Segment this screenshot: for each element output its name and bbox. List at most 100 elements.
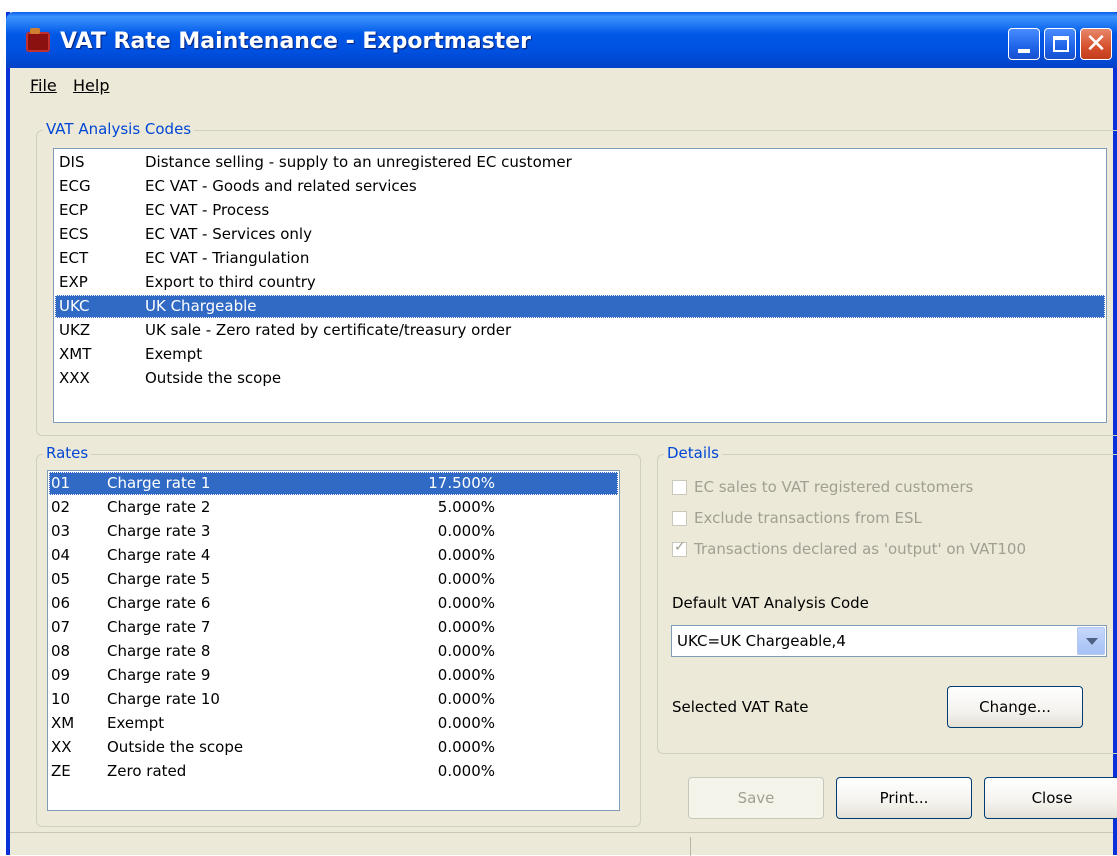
rate-code: 04 bbox=[51, 546, 71, 564]
close-window-button[interactable]: ✕ bbox=[1080, 28, 1112, 60]
change-button[interactable]: Change... bbox=[947, 686, 1083, 728]
rate-description: Charge rate 1 bbox=[107, 474, 211, 492]
title-bar[interactable]: VAT Rate Maintenance - Exportmaster ✕ bbox=[6, 12, 1117, 68]
menu-file-label: File bbox=[30, 76, 57, 95]
vat-code-row[interactable]: ECP EC VAT - Process bbox=[55, 199, 1105, 222]
vat-code-row[interactable]: UKC UK Chargeable bbox=[55, 295, 1105, 318]
rate-row[interactable]: XX Outside the scope 0.000% bbox=[49, 736, 618, 759]
vat-code-row[interactable]: ECG EC VAT - Goods and related services bbox=[55, 175, 1105, 198]
maximize-button[interactable] bbox=[1044, 28, 1076, 60]
print-button-label: Print... bbox=[879, 789, 929, 807]
rate-description: Charge rate 5 bbox=[107, 570, 211, 588]
vat-code: ECT bbox=[59, 249, 89, 267]
save-button-label: Save bbox=[737, 789, 775, 807]
rate-code: ZE bbox=[51, 762, 71, 780]
vat-code-row[interactable]: UKZ UK sale - Zero rated by certificate/t… bbox=[55, 319, 1105, 342]
minimize-button[interactable] bbox=[1008, 28, 1040, 60]
rate-percent: 0.000% bbox=[437, 690, 495, 708]
exclude-esl-checkbox-label: Exclude transactions from ESL bbox=[694, 509, 922, 527]
rate-description: Exempt bbox=[107, 714, 165, 732]
rate-percent: 0.000% bbox=[437, 762, 495, 780]
rate-description: Charge rate 2 bbox=[107, 498, 211, 516]
save-button[interactable]: Save bbox=[688, 777, 824, 819]
app-icon[interactable] bbox=[26, 28, 50, 52]
rate-row[interactable]: XM Exempt 0.000% bbox=[49, 712, 618, 735]
rate-description: Charge rate 8 bbox=[107, 642, 211, 660]
rate-row[interactable]: 01 Charge rate 1 17.500% bbox=[49, 472, 618, 495]
vat-analysis-codes-label: VAT Analysis Codes bbox=[43, 120, 195, 138]
rates-list[interactable]: 01 Charge rate 1 17.500% 02 Charge rate 2 5.0… bbox=[47, 470, 620, 811]
close-icon: ✕ bbox=[1085, 29, 1107, 59]
rate-row[interactable]: 03 Charge rate 3 0.000% bbox=[49, 520, 618, 543]
rate-percent: 0.000% bbox=[437, 714, 495, 732]
rate-code: 08 bbox=[51, 642, 71, 660]
rate-description: Charge rate 3 bbox=[107, 522, 211, 540]
rate-row[interactable]: 05 Charge rate 5 0.000% bbox=[49, 568, 618, 591]
rate-description: Zero rated bbox=[107, 762, 187, 780]
output-vat100-checkbox-label: Transactions declared as 'output' on VAT… bbox=[694, 540, 1027, 558]
vat-code: ECG bbox=[59, 177, 91, 195]
rate-percent: 0.000% bbox=[437, 570, 495, 588]
vat-code-description: EC VAT - Triangulation bbox=[145, 249, 310, 267]
vat-code-description: Outside the scope bbox=[145, 369, 282, 387]
rate-percent: 0.000% bbox=[437, 522, 495, 540]
vat-code-description: EC VAT - Services only bbox=[145, 225, 312, 243]
output-vat100-checkbox[interactable]: ✓ bbox=[672, 539, 687, 557]
vat-code-row[interactable]: XXX Outside the scope bbox=[55, 367, 1105, 390]
vat-code-row[interactable]: EXP Export to third country bbox=[55, 271, 1105, 294]
vat-analysis-codes-list[interactable]: DIS Distance selling - supply to an unreg… bbox=[53, 148, 1107, 423]
rate-code: 01 bbox=[51, 474, 71, 492]
rate-row[interactable]: 07 Charge rate 7 0.000% bbox=[49, 616, 618, 639]
rate-row[interactable]: 09 Charge rate 9 0.000% bbox=[49, 664, 618, 687]
print-button[interactable]: Print... bbox=[836, 777, 972, 819]
rate-code: 07 bbox=[51, 618, 71, 636]
rate-row[interactable]: 06 Charge rate 6 0.000% bbox=[49, 592, 618, 615]
rate-description: Charge rate 4 bbox=[107, 546, 211, 564]
rate-row[interactable]: 08 Charge rate 8 0.000% bbox=[49, 640, 618, 663]
rate-description: Outside the scope bbox=[107, 738, 244, 756]
menu-bar: File Help bbox=[10, 72, 1113, 102]
close-button[interactable]: Close bbox=[984, 777, 1117, 819]
vat-analysis-codes-group: VAT Analysis Codes DIS Distance selling -… bbox=[36, 120, 1117, 436]
ec-sales-checkbox-label: EC sales to VAT registered customers bbox=[694, 478, 974, 496]
rate-row[interactable]: 02 Charge rate 2 5.000% bbox=[49, 496, 618, 519]
vat-code: UKZ bbox=[59, 321, 91, 339]
vat-code-description: EC VAT - Goods and related services bbox=[145, 177, 417, 195]
status-separator bbox=[690, 837, 691, 856]
rate-row[interactable]: ZE Zero rated 0.000% bbox=[49, 760, 618, 783]
vat-rate-window: VAT Rate Maintenance - Exportmaster ✕ Fi… bbox=[6, 12, 1117, 856]
chevron-down-icon[interactable] bbox=[1077, 627, 1105, 655]
menu-file[interactable]: File bbox=[30, 76, 57, 95]
exclude-esl-checkbox[interactable] bbox=[672, 511, 687, 526]
rate-row[interactable]: 04 Charge rate 4 0.000% bbox=[49, 544, 618, 567]
default-code-select[interactable]: UKC=UK Chargeable,4 bbox=[671, 625, 1107, 657]
rate-code: 02 bbox=[51, 498, 71, 516]
vat-code: ECP bbox=[59, 201, 88, 219]
menu-help-label: Help bbox=[73, 76, 110, 95]
rate-code: 09 bbox=[51, 666, 71, 684]
rate-code: XX bbox=[51, 738, 72, 756]
vat-code-row[interactable]: DIS Distance selling - supply to an unreg… bbox=[55, 151, 1105, 174]
rates-group: Rates 01 Charge rate 1 17.500% 02 Charge rat… bbox=[36, 444, 641, 827]
vat-code-description: Distance selling - supply to an unregist… bbox=[145, 153, 572, 171]
vat-code-row[interactable]: XMT Exempt bbox=[55, 343, 1105, 366]
vat-code-description: Export to third country bbox=[145, 273, 316, 291]
rate-percent: 0.000% bbox=[437, 618, 495, 636]
rate-row[interactable]: 10 Charge rate 10 0.000% bbox=[49, 688, 618, 711]
menu-help[interactable]: Help bbox=[73, 76, 109, 95]
status-bar bbox=[10, 832, 1113, 856]
rate-percent: 17.500% bbox=[428, 474, 495, 492]
rate-code: 06 bbox=[51, 594, 71, 612]
selected-rate-label: Selected VAT Rate bbox=[672, 698, 809, 716]
default-code-label: Default VAT Analysis Code bbox=[672, 594, 869, 612]
ec-sales-checkbox[interactable] bbox=[672, 480, 687, 495]
rate-code: 10 bbox=[51, 690, 71, 708]
vat-code-description: UK Chargeable bbox=[145, 297, 257, 315]
vat-code-description: EC VAT - Process bbox=[145, 201, 270, 219]
rate-percent: 0.000% bbox=[437, 666, 495, 684]
rate-code: XM bbox=[51, 714, 75, 732]
vat-code-row[interactable]: ECS EC VAT - Services only bbox=[55, 223, 1105, 246]
default-code-value: UKC=UK Chargeable,4 bbox=[677, 632, 846, 650]
vat-code-row[interactable]: ECT EC VAT - Triangulation bbox=[55, 247, 1105, 270]
vat-code: DIS bbox=[59, 153, 85, 171]
